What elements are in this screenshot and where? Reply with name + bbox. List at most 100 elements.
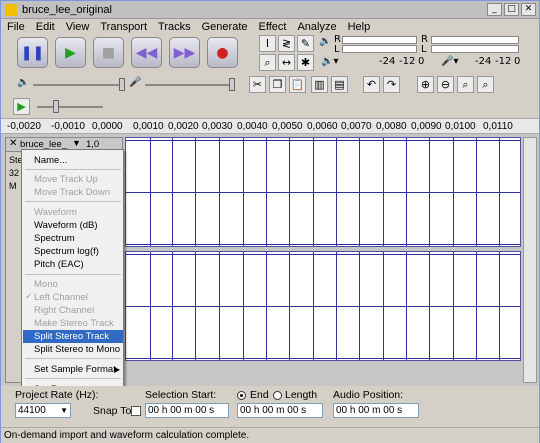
cut-button[interactable]: ✂	[249, 76, 266, 93]
menu-item-split-stereo-to-mono[interactable]: Split Stereo to Mono	[23, 343, 123, 356]
rec-meter-left-label: L	[421, 44, 427, 55]
menu-generate[interactable]: Generate	[202, 21, 248, 33]
output-volume-thumb[interactable]	[119, 78, 125, 91]
selection-end-field[interactable]: 00 h 00 m 00 s	[237, 403, 323, 418]
menu-edit[interactable]: Edit	[36, 21, 55, 33]
menu-item-label: Spectrum	[34, 233, 75, 244]
menu-item-waveform: Waveform	[23, 206, 123, 219]
input-volume-thumb[interactable]	[229, 78, 235, 91]
audio-position-field[interactable]: 00 h 00 m 00 s	[333, 403, 419, 418]
envelope-icon: ≷	[281, 37, 292, 50]
length-radio[interactable]	[273, 391, 282, 400]
checkmark-icon: ✓	[25, 292, 33, 302]
play-at-speed-button[interactable]: ▶	[13, 98, 30, 115]
speaker-icon: 🔈	[319, 36, 332, 47]
waveform-level-line	[126, 306, 520, 307]
menu-effect[interactable]: Effect	[259, 21, 287, 33]
transport-toolbar: ❚❚ ▶ ■ ◀◀ ▶▶ ● I ≷ ✎ ⌕ ↔ ✱ 🔈 R L R L 🔈▾ …	[1, 34, 539, 74]
ruler-tick: 0,0080	[376, 121, 407, 132]
selection-tool[interactable]: I	[259, 35, 276, 52]
menu-item-spectrum[interactable]: Spectrum	[23, 232, 123, 245]
speed-slider[interactable]	[37, 106, 103, 108]
menu-separator	[25, 378, 121, 379]
stop-icon: ■	[101, 44, 116, 61]
ruler-tick: 0,0060	[307, 121, 338, 132]
fit-selection-button[interactable]: ⌕	[457, 76, 474, 93]
waveform-left-channel[interactable]	[125, 137, 521, 247]
trim-button[interactable]: ▥	[311, 76, 328, 93]
input-volume-slider[interactable]	[145, 84, 235, 86]
menu-item-right-channel: Right Channel	[23, 304, 123, 317]
menu-item-name[interactable]: Name...	[23, 154, 123, 167]
record-button[interactable]: ●	[207, 37, 238, 68]
paste-button[interactable]: 📋	[289, 76, 306, 93]
undo-button[interactable]: ↶	[363, 76, 380, 93]
audio-position-value: 00 h 00 m 00 s	[336, 405, 403, 416]
track-info-text: M	[9, 181, 17, 191]
menu-analyze[interactable]: Analyze	[297, 21, 336, 33]
rec-meter-tick: -12	[495, 56, 512, 67]
end-label: End	[250, 389, 269, 401]
copy-button[interactable]: ❐	[269, 76, 286, 93]
zoom-tool[interactable]: ⌕	[259, 54, 276, 71]
track-menu-arrow-icon[interactable]: ▼	[72, 138, 81, 148]
play-button[interactable]: ▶	[55, 37, 86, 68]
output-volume-slider[interactable]	[33, 84, 123, 86]
snap-to-checkbox[interactable]	[131, 406, 141, 416]
timeline-ruler[interactable]: -0,0020 -0,0010 0,0000 0,0010 0,0020 0,0…	[1, 118, 539, 134]
draw-tool[interactable]: ✎	[297, 35, 314, 52]
redo-button[interactable]: ↷	[383, 76, 400, 93]
redo-icon: ↷	[386, 78, 397, 91]
play-at-speed-toolbar: ▶	[1, 96, 539, 118]
zoom-in-button[interactable]: ⊕	[417, 76, 434, 93]
skip-end-button[interactable]: ▶▶	[169, 37, 200, 68]
menu-separator	[25, 274, 121, 275]
menu-item-label: Spectrum log(f)	[34, 246, 99, 257]
menu-item-spectrum-log-f[interactable]: Spectrum log(f)	[23, 245, 123, 258]
multi-tool-icon: ✱	[300, 56, 311, 69]
menu-item-split-stereo-track[interactable]: Split Stereo Track	[23, 330, 123, 343]
waveform-level-line	[126, 358, 520, 359]
project-rate-select[interactable]: 44100 ▼	[15, 403, 71, 418]
envelope-tool[interactable]: ≷	[278, 35, 295, 52]
menu-tracks[interactable]: Tracks	[158, 21, 191, 33]
volume-icon: 🔈	[17, 77, 30, 88]
waveform-right-channel[interactable]	[125, 251, 521, 361]
menu-item-waveform-db[interactable]: Waveform (dB)	[23, 219, 123, 232]
radio-dot	[240, 394, 243, 397]
record-meter-left	[431, 45, 519, 53]
pencil-icon: ✎	[300, 37, 311, 50]
timeshift-icon: ↔	[281, 56, 292, 69]
menu-item-pitch-eac[interactable]: Pitch (EAC)	[23, 258, 123, 271]
mic-dropdown-icon[interactable]: 🎤▾	[441, 56, 458, 67]
silence-button[interactable]: ▤	[331, 76, 348, 93]
selection-start-field[interactable]: 00 h 00 m 00 s	[145, 403, 229, 418]
zoom-out-button[interactable]: ⊖	[437, 76, 454, 93]
close-button[interactable]: ✕	[521, 3, 536, 16]
speaker-dropdown-icon[interactable]: 🔈▾	[321, 56, 338, 67]
maximize-button[interactable]: □	[504, 3, 519, 16]
skip-start-button[interactable]: ◀◀	[131, 37, 162, 68]
menu-help[interactable]: Help	[348, 21, 371, 33]
minimize-button[interactable]: _	[487, 3, 502, 16]
multi-tool[interactable]: ✱	[297, 54, 314, 71]
menu-item-move-track-up: Move Track Up	[23, 173, 123, 186]
track-close-button[interactable]: ✕	[9, 138, 17, 149]
play-meter-tick: 0	[418, 56, 425, 67]
menu-view[interactable]: View	[66, 21, 90, 33]
speed-slider-thumb[interactable]	[53, 100, 59, 113]
app-window: bruce_lee_original _ □ ✕ File Edit View …	[0, 0, 540, 443]
menu-file[interactable]: File	[7, 21, 25, 33]
fit-project-button[interactable]: ⌕	[477, 76, 494, 93]
end-radio[interactable]	[237, 391, 246, 400]
timeshift-tool[interactable]: ↔	[278, 54, 295, 71]
vertical-scrollbar[interactable]	[523, 137, 537, 383]
pause-button[interactable]: ❚❚	[17, 37, 48, 68]
project-rate-value: 44100	[18, 405, 46, 416]
title-bar: bruce_lee_original _ □ ✕	[1, 1, 539, 19]
menu-item-set-sample-format[interactable]: Set Sample Format ▶	[23, 363, 123, 376]
stop-button[interactable]: ■	[93, 37, 124, 68]
menu-transport[interactable]: Transport	[100, 21, 147, 33]
ruler-tick: 0,0030	[202, 121, 233, 132]
fit-project-icon: ⌕	[482, 78, 489, 91]
